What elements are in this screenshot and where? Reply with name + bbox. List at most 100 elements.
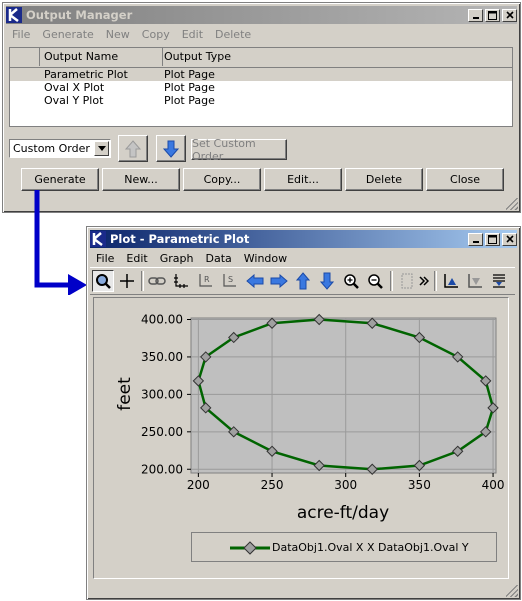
order-select-value: Custom Order [13,142,90,155]
axis-s-tool-button[interactable]: S [218,270,240,292]
arrow-down-icon [163,140,179,158]
y-tick-label: 250.00 [141,425,183,439]
minimize-button[interactable] [468,8,483,22]
column-header-output-name[interactable]: Output Name [40,48,163,66]
chart-up-button[interactable] [440,270,462,292]
axis-icon [174,274,188,288]
riverware-logo-icon [6,7,22,23]
arrow-up-button[interactable] [292,270,314,292]
menu-delete[interactable]: Delete [209,28,257,41]
zoom-out-button[interactable] [364,270,386,292]
menu-edit[interactable]: Edit [120,252,153,265]
zoom-tool-button[interactable] [92,270,114,292]
menu-edit[interactable]: Edit [176,28,209,41]
arrow-down-icon [320,272,334,290]
arrow-right-button[interactable] [268,270,290,292]
crosshair-icon [120,274,134,288]
chart-down-icon [468,274,482,288]
table-row[interactable]: Oval X Plot Plot Page [10,81,512,94]
row-name: Oval Y Plot [44,94,104,107]
arrow-left-icon [246,274,264,288]
close-button[interactable]: Close [426,168,504,191]
menu-window[interactable]: Window [238,252,293,265]
chart-panel: 200 250 300 350 400 400.00 350.00 300.00 250.00 2… [93,297,509,579]
chart-legend[interactable]: DataObj1.Oval X X DataObj1.Oval Y [191,532,497,562]
chart-list-icon [493,274,505,288]
order-select[interactable]: Custom Order [9,139,111,158]
svg-text:R: R [204,275,210,284]
plot-toolbar: R S [90,267,515,295]
chart-up-icon [444,274,458,288]
row-name: Oval X Plot [44,81,105,94]
output-manager-titlebar[interactable]: Output Manager [6,6,517,24]
plot-window: Plot - Parametric Plot File Edit Graph D… [86,226,521,600]
plot-menubar: File Edit Graph Data Window [90,249,517,267]
double-chevron-right-icon [419,276,429,286]
arrow-down-button[interactable] [316,270,338,292]
window-title: Plot - Parametric Plot [110,232,250,246]
menu-graph[interactable]: Graph [154,252,200,265]
y-axis-label: feet [115,377,135,411]
dropdown-button[interactable] [94,141,109,156]
axis-tool-button[interactable] [170,270,192,292]
toolbar-separator [390,271,393,291]
table-row[interactable]: Parametric Plot Plot Page [10,68,512,81]
y-tick-label: 350.00 [141,350,183,364]
zoom-in-button[interactable] [340,270,362,292]
chart-list-button[interactable] [488,270,510,292]
menu-file[interactable]: File [90,252,120,265]
chart-down-button[interactable] [464,270,486,292]
table-header: Output Name Output Type [10,48,512,68]
link-icon [148,277,166,285]
menu-generate[interactable]: Generate [36,28,99,41]
edit-button[interactable]: Edit... [264,168,342,191]
y-tick-label: 300.00 [141,387,183,401]
move-down-button[interactable] [156,135,186,162]
zoom-out-icon [368,274,383,289]
copy-button[interactable]: Copy... [183,168,261,191]
delete-button[interactable]: Delete [345,168,423,191]
maximize-button[interactable] [485,8,500,22]
menu-new[interactable]: New [100,28,136,41]
axis-s-icon: S [223,274,236,287]
table-row[interactable]: Oval Y Plot Plot Page [10,94,512,107]
maximize-button[interactable] [485,232,500,246]
chevron-down-icon [97,146,106,151]
x-tick-label: 300 [334,478,357,492]
axis-r-tool-button[interactable]: R [194,270,216,292]
set-custom-order-button[interactable]: Set Custom Order [191,137,287,163]
x-tick-label: 350 [408,478,431,492]
close-window-button[interactable] [502,232,517,246]
toolbar-separator [141,271,144,291]
window-title: Output Manager [26,8,133,22]
menu-file[interactable]: File [6,28,36,41]
y-tick-label: 400.00 [141,312,183,326]
x-axis-label: acre-ft/day [297,503,389,523]
row-type: Plot Page [164,68,215,81]
arrow-right-icon [270,274,288,288]
toolbar-overflow-button[interactable] [416,270,432,292]
output-table: Output Name Output Type Parametric Plot … [9,47,513,127]
close-window-button[interactable] [502,8,517,22]
column-header-output-type[interactable]: Output Type [160,48,504,66]
minimize-button[interactable] [468,232,483,246]
arrow-up-icon [296,272,310,290]
crosshair-tool-button[interactable] [116,270,138,292]
row-type: Plot Page [164,94,215,107]
page-tool-button[interactable] [396,270,418,292]
menu-data[interactable]: Data [199,252,237,265]
arrow-left-button[interactable] [244,270,266,292]
row-name: Parametric Plot [44,68,128,81]
magnifier-icon [96,274,111,289]
resize-grip[interactable] [506,198,518,210]
riverware-logo-icon [90,231,106,247]
link-tool-button[interactable] [146,270,168,292]
plot-titlebar[interactable]: Plot - Parametric Plot [90,230,517,248]
axis-r-icon: R [199,274,212,287]
menu-copy[interactable]: Copy [136,28,176,41]
output-manager-window: Output Manager File Generate New Copy Ed… [2,2,521,213]
x-tick-label: 400 [482,478,505,492]
y-tick-label: 200.00 [141,462,183,476]
move-up-button[interactable] [118,135,148,162]
resize-grip[interactable] [506,585,518,597]
